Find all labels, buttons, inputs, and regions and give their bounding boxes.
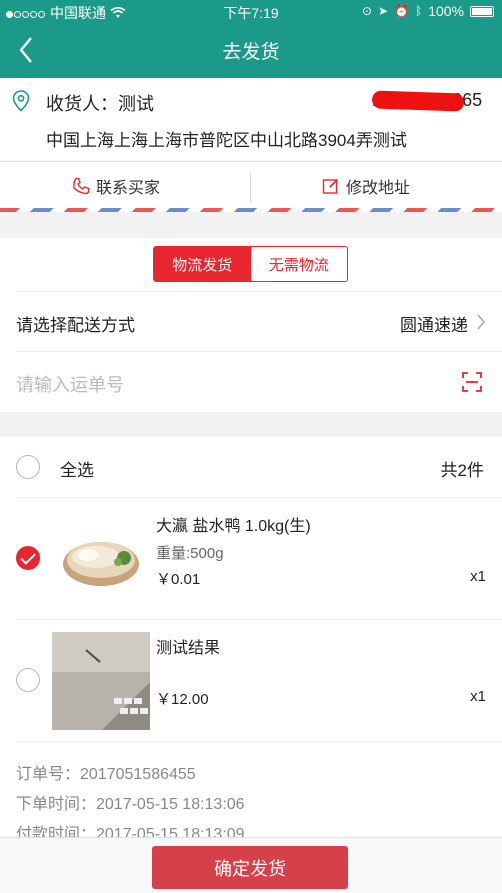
item-quantity: x1: [470, 568, 486, 585]
bottom-bar: 确定发货: [0, 837, 502, 893]
scan-icon[interactable]: [462, 372, 482, 392]
edit-address-button[interactable]: 修改地址: [322, 162, 410, 210]
select-all-label: 全选: [60, 461, 94, 480]
rotation-lock-icon: ⊙: [361, 4, 372, 18]
tab-logistics[interactable]: 物流发货: [154, 247, 251, 281]
address-actions: 联系买家 修改地址: [0, 161, 502, 211]
page-title: 去发货: [222, 42, 280, 63]
order-number: 订单号：2017051586455: [16, 766, 196, 783]
receiver-address: 中国上海上海上海市普陀区中山北路3904弄测试: [46, 131, 407, 150]
phone-icon: [73, 177, 90, 195]
edit-icon: [322, 178, 339, 194]
receiver-name: 收货人：测试: [46, 94, 154, 114]
item-name: 测试结果: [156, 640, 221, 657]
order-info: 订单号：2017051586455 下单时间：2017-05-15 18:13:…: [16, 741, 502, 843]
item-name: 大瀛 盐水鸭 1.0kg(生): [156, 518, 311, 535]
select-all-row: 全选 共2件: [0, 437, 502, 497]
tab-no-logistics[interactable]: 无需物流: [250, 247, 347, 281]
logistics-card: 物流发货 无需物流 请选择配送方式 圆通速递 请输入运单号: [0, 238, 502, 412]
item-checkbox[interactable]: [16, 668, 40, 692]
confirm-ship-button[interactable]: 确定发货: [152, 846, 348, 889]
item-weight: 重量:500g: [156, 545, 224, 562]
goods-item: 大瀛 盐水鸭 1.0kg(生) 重量:500g ￥0.01 x1: [16, 497, 502, 619]
delivery-method-row[interactable]: 请选择配送方式 圆通速递: [16, 291, 502, 351]
item-price: ￥0.01: [156, 571, 201, 588]
item-price: ￥12.00: [156, 691, 209, 708]
select-all-checkbox[interactable]: [16, 455, 40, 479]
tracking-number-row: 请输入运单号: [16, 351, 502, 411]
airmail-border: [0, 208, 502, 212]
product-thumbnail: [52, 632, 150, 730]
goods-item: 测试结果 ￥12.00 x1: [16, 619, 502, 741]
location-pin-icon: [12, 90, 30, 112]
item-quantity: x1: [470, 688, 486, 705]
product-thumbnail: [52, 510, 150, 608]
alarm-icon: ⏰: [394, 4, 409, 18]
nav-bar: 去发货: [0, 22, 502, 78]
bluetooth-icon: ᛒ: [414, 4, 423, 18]
edit-address-label: 修改地址: [346, 180, 411, 197]
phone-redaction: [371, 90, 465, 112]
status-right: ⊙ ➤ ⏰ ᛒ 100%: [362, 3, 494, 19]
delivery-method-value: 圆通速递: [400, 316, 468, 335]
location-icon: ➤: [377, 4, 389, 18]
action-divider: [250, 172, 251, 202]
chevron-right-icon: [477, 314, 486, 330]
address-card: 收货人：测试 13760000065 中国上海上海上海市普陀区中山北路3904弄…: [0, 78, 502, 160]
battery-icon: [470, 5, 494, 17]
contact-buyer-button[interactable]: 联系买家: [72, 162, 160, 210]
tracking-number-input[interactable]: 请输入运单号: [16, 371, 124, 397]
item-checkbox[interactable]: [16, 546, 40, 570]
shipping-mode-toggle: 物流发货 无需物流: [153, 246, 348, 282]
battery-label: 100%: [428, 3, 464, 19]
total-count: 共2件: [440, 461, 484, 480]
goods-card: 全选 共2件 大瀛 盐水鸭 1.0kg(生) 重量:500g ￥0.01 x1: [0, 437, 502, 843]
delivery-method-label: 请选择配送方式: [16, 316, 135, 335]
contact-buyer-label: 联系买家: [96, 180, 161, 197]
order-time: 下单时间：2017-05-15 18:13:06: [16, 796, 245, 813]
status-bar: 中国联通 下午7:19 ⊙ ➤ ⏰ ᛒ 100%: [0, 0, 502, 22]
